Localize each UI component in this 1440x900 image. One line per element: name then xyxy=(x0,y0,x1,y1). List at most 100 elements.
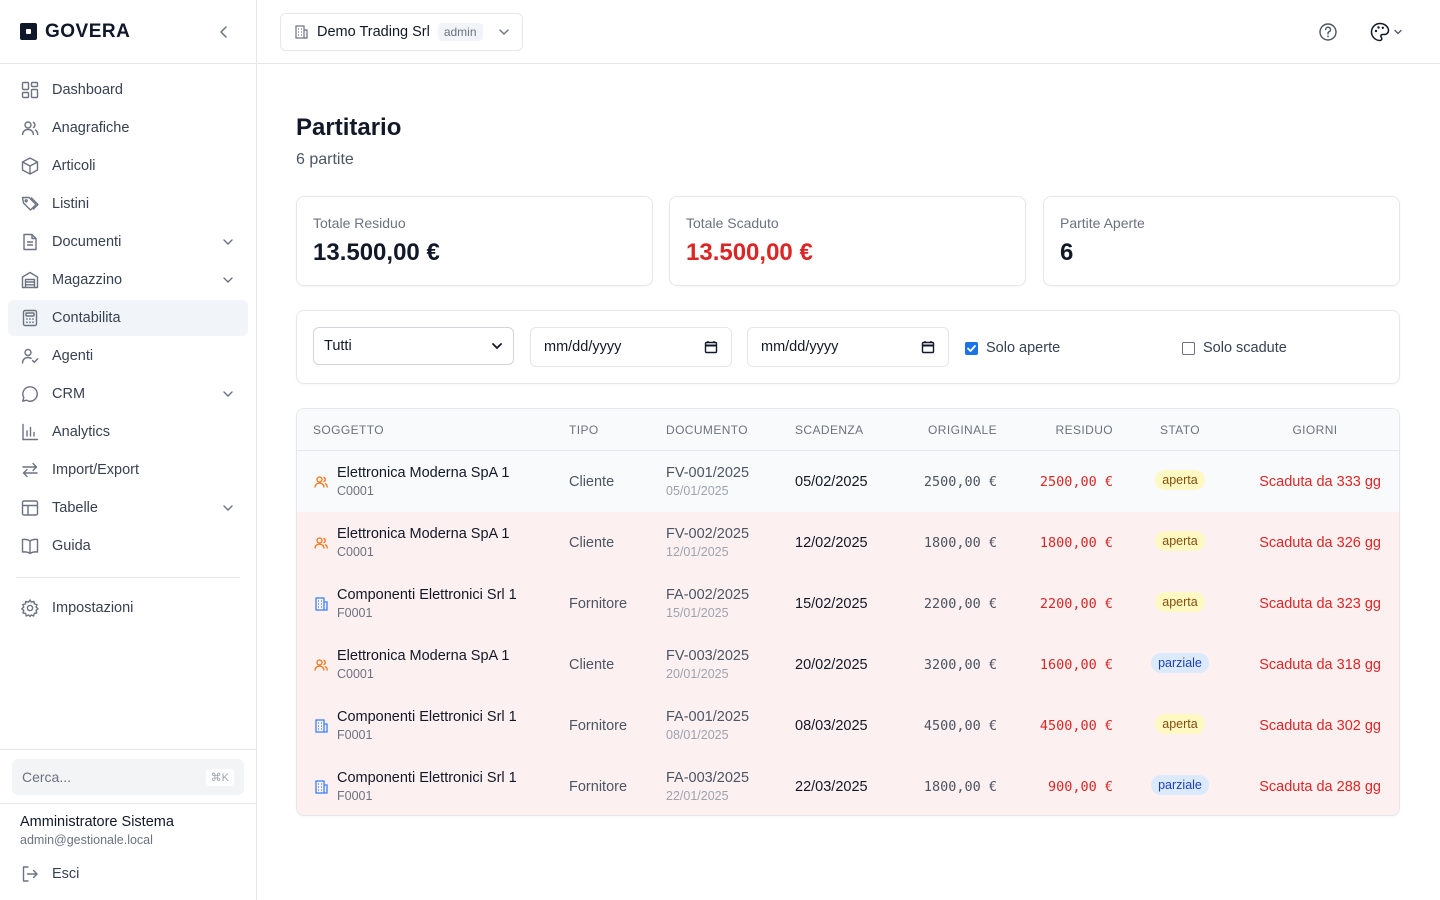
date-to-value: mm/dd/yyyy xyxy=(761,339,839,355)
table-row[interactable]: Componenti Elettronici Srl 1 F0001 Fornito… xyxy=(297,756,1399,815)
sidebar-item-listini[interactable]: Listini xyxy=(8,186,248,222)
company-switcher[interactable]: Demo Trading Srl admin xyxy=(280,13,523,51)
chevron-down-icon xyxy=(220,272,236,288)
table-row[interactable]: Elettronica Moderna SpA 1 C0001 Cliente FV-… xyxy=(297,634,1399,695)
company-name: Demo Trading Srl xyxy=(317,24,430,40)
nav-divider xyxy=(16,577,240,578)
sidebar-item-documenti[interactable]: Documenti xyxy=(8,224,248,260)
documento-number[interactable]: FV-003/2025 xyxy=(666,648,749,664)
soggetto-name[interactable]: Componenti Elettronici Srl 1 xyxy=(337,709,517,725)
stat-card-totale-residuo: Totale Residuo 13.500,00 € xyxy=(296,196,653,286)
column-header-residuo[interactable]: RESIDUO xyxy=(1013,423,1113,437)
book-icon xyxy=(20,536,40,556)
theme-picker-button[interactable] xyxy=(1369,20,1409,44)
calendar-icon[interactable] xyxy=(704,340,718,354)
sidebar-item-articoli[interactable]: Articoli xyxy=(8,148,248,184)
giorni-cell: Scaduta da 318 gg xyxy=(1259,657,1381,673)
column-header-soggetto[interactable]: SOGGETTO xyxy=(313,423,384,437)
table-row[interactable]: Elettronica Moderna SpA 1 C0001 Cliente FV-… xyxy=(297,512,1399,573)
scadenza-cell: 22/03/2025 xyxy=(795,779,868,795)
solo-aperte-checkbox[interactable]: Solo aperte xyxy=(965,340,1060,356)
residuo-cell: 2200,00 € xyxy=(1039,596,1113,612)
sidebar-item-impostazioni[interactable]: Impostazioni xyxy=(8,590,248,626)
search-shortcut: ⌘K xyxy=(205,768,234,786)
sidebar-item-crm[interactable]: CRM xyxy=(8,376,248,412)
table-row[interactable]: Elettronica Moderna SpA 1 C0001 Cliente FV-… xyxy=(297,451,1399,512)
documento-date: 05/01/2025 xyxy=(666,484,729,498)
residuo-cell: 2500,00 € xyxy=(1039,474,1113,490)
sidebar-item-dashboard[interactable]: Dashboard xyxy=(8,72,248,108)
solo-scadute-checkbox[interactable]: Solo scadute xyxy=(1182,340,1287,356)
sidebar-item-import-export[interactable]: Import/Export xyxy=(8,452,248,488)
soggetto-name[interactable]: Elettronica Moderna SpA 1 xyxy=(337,526,510,542)
search-input[interactable]: Cerca... ⌘K xyxy=(12,759,244,795)
sidebar-item-tabelle[interactable]: Tabelle xyxy=(8,490,248,526)
documento-number[interactable]: FV-001/2025 xyxy=(666,465,749,481)
sidebar-item-label: CRM xyxy=(52,386,86,402)
column-header-scadenza[interactable]: SCADENZA xyxy=(795,423,864,437)
logout-button[interactable]: Esci xyxy=(8,856,248,892)
documento-number[interactable]: FV-002/2025 xyxy=(666,526,749,542)
originale-cell: 2200,00 € xyxy=(923,596,997,612)
residuo-cell: 1800,00 € xyxy=(1039,535,1113,551)
sidebar-nav: Dashboard Anagrafiche Articoli Listini D… xyxy=(0,64,256,636)
chevron-down-icon xyxy=(1394,29,1402,35)
swap-icon xyxy=(20,460,40,480)
type-select[interactable]: Tutti xyxy=(313,327,514,365)
sidebar-item-label: Guida xyxy=(52,538,91,554)
gear-icon xyxy=(20,598,40,618)
help-button[interactable] xyxy=(1316,20,1340,44)
soggetto-name[interactable]: Elettronica Moderna SpA 1 xyxy=(337,648,510,664)
sidebar-item-guida[interactable]: Guida xyxy=(8,528,248,564)
documento-number[interactable]: FA-001/2025 xyxy=(666,709,749,725)
soggetto-code: F0001 xyxy=(337,606,373,620)
user-name: Amministratore Sistema xyxy=(20,814,174,830)
soggetto-code: F0001 xyxy=(337,789,373,803)
status-badge: aperta xyxy=(1155,592,1205,612)
stat-card-value: 13.500,00 € xyxy=(686,239,813,266)
page-title: Partitario xyxy=(296,114,402,141)
sidebar-item-agenti[interactable]: Agenti xyxy=(8,338,248,374)
originale-cell: 1800,00 € xyxy=(923,779,997,795)
sidebar-item-contabilita[interactable]: Contabilita xyxy=(8,300,248,336)
calendar-icon[interactable] xyxy=(921,340,935,354)
sidebar-item-magazzino[interactable]: Magazzino xyxy=(8,262,248,298)
stat-card-totale-scaduto: Totale Scaduto 13.500,00 € xyxy=(669,196,1026,286)
soggetto-name[interactable]: Componenti Elettronici Srl 1 xyxy=(337,770,517,786)
sidebar-item-analytics[interactable]: Analytics xyxy=(8,414,248,450)
brand-header: GOVERA xyxy=(0,0,256,64)
tipo-cell: Cliente xyxy=(569,474,615,490)
documento-number[interactable]: FA-003/2025 xyxy=(666,770,749,786)
column-header-giorni[interactable]: GIORNI xyxy=(1243,423,1387,437)
soggetto-name[interactable]: Componenti Elettronici Srl 1 xyxy=(337,587,517,603)
checkbox-unchecked-icon[interactable] xyxy=(1182,341,1195,355)
date-from-input[interactable]: mm/dd/yyyy xyxy=(530,327,732,367)
column-header-documento[interactable]: DOCUMENTO xyxy=(666,423,748,437)
sidebar-item-anagrafiche[interactable]: Anagrafiche xyxy=(8,110,248,146)
originale-cell: 3200,00 € xyxy=(923,657,997,673)
stato-cell: aperta xyxy=(1117,714,1243,734)
search-placeholder: Cerca... xyxy=(22,769,72,785)
soggetto-code: C0001 xyxy=(337,667,374,681)
solo-aperte-label: Solo aperte xyxy=(986,340,1061,356)
column-header-originale[interactable]: ORIGINALE xyxy=(897,423,997,437)
scadenza-cell: 05/02/2025 xyxy=(795,474,868,490)
users-icon xyxy=(20,118,40,138)
date-to-input[interactable]: mm/dd/yyyy xyxy=(747,327,949,367)
brand-logo xyxy=(20,23,37,40)
table-row[interactable]: Componenti Elettronici Srl 1 F0001 Fornito… xyxy=(297,573,1399,634)
column-header-tipo[interactable]: TIPO xyxy=(569,423,599,437)
client-icon xyxy=(313,657,329,673)
soggetto-name[interactable]: Elettronica Moderna SpA 1 xyxy=(337,465,510,481)
checkbox-checked-icon[interactable] xyxy=(965,341,978,355)
chevron-down-icon xyxy=(491,340,503,352)
giorni-cell: Scaduta da 288 gg xyxy=(1259,779,1381,795)
table-icon xyxy=(20,498,40,518)
table-body: Elettronica Moderna SpA 1 C0001 Cliente FV-… xyxy=(297,451,1399,815)
collapse-sidebar-button[interactable] xyxy=(212,20,236,44)
scadenza-cell: 20/02/2025 xyxy=(795,657,868,673)
table-row[interactable]: Componenti Elettronici Srl 1 F0001 Fornito… xyxy=(297,695,1399,756)
documento-number[interactable]: FA-002/2025 xyxy=(666,587,749,603)
box-icon xyxy=(20,156,40,176)
column-header-stato[interactable]: STATO xyxy=(1117,423,1243,437)
